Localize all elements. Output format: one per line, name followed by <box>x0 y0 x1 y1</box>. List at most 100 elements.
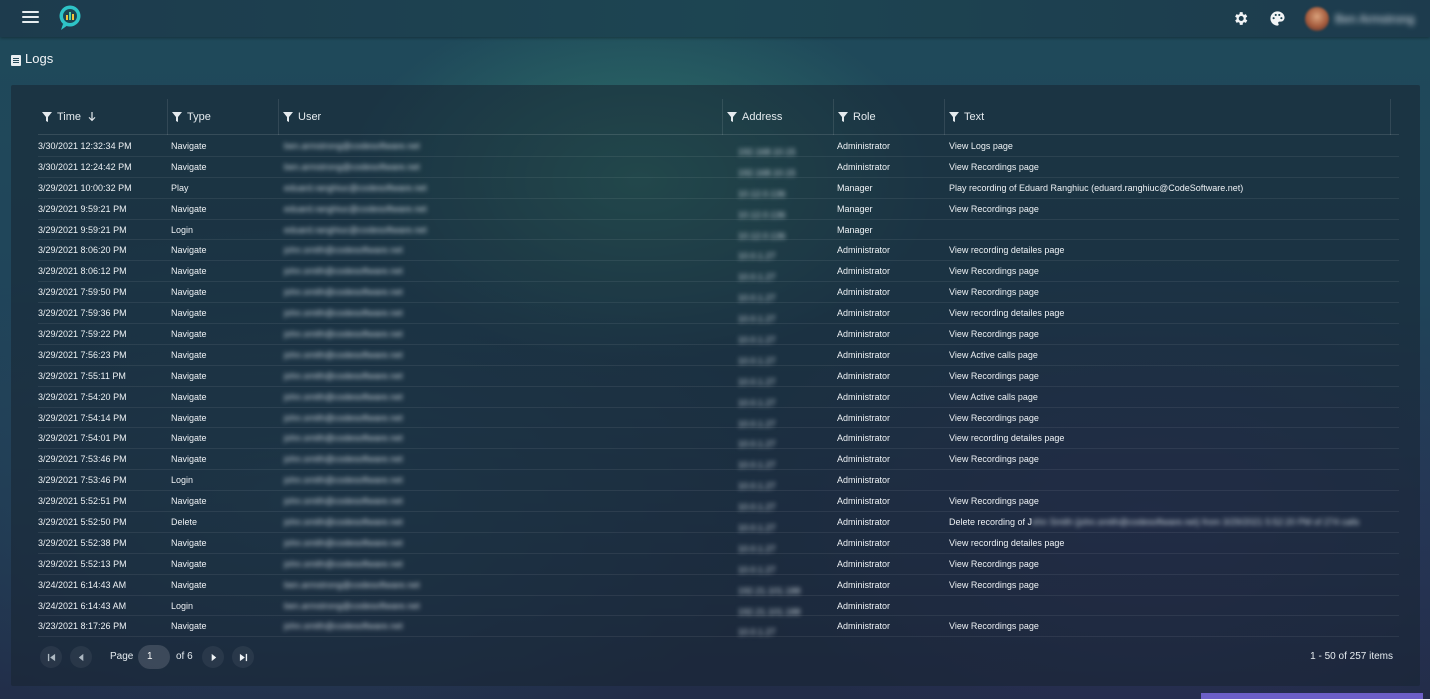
cell-type: Navigate <box>171 161 207 172</box>
cell-text: View Logs page <box>949 136 1399 156</box>
cell-text: View Recordings page <box>949 324 1399 344</box>
filter-icon[interactable] <box>283 112 293 122</box>
cell-type: Navigate <box>171 141 207 151</box>
filter-icon[interactable] <box>949 112 959 122</box>
cell-time: 3/30/2021 12:24:42 PM <box>38 161 132 172</box>
cell-user: eduard.ranghiuc@codesoftware.net <box>284 182 427 193</box>
table-row[interactable]: 3/29/2021 5:52:51 PM Navigate john.smith@c… <box>38 491 1399 512</box>
avatar[interactable] <box>1305 7 1329 31</box>
cell-user: john.smith@codesoftware.net <box>284 537 403 548</box>
next-page-button[interactable] <box>202 646 224 668</box>
cell-type: Navigate <box>171 579 207 590</box>
app-logo[interactable] <box>58 5 82 31</box>
cell-type: Login <box>171 475 194 486</box>
column-header-type[interactable]: Type <box>168 99 279 135</box>
cell-role: Administrator <box>837 329 891 340</box>
cell-text: View Active calls page <box>949 345 1399 365</box>
filter-icon[interactable] <box>42 112 52 122</box>
table-row[interactable]: 3/29/2021 7:54:14 PM Navigate john.smith@c… <box>38 408 1399 429</box>
cell-time: 3/29/2021 7:56:23 PM <box>38 349 127 360</box>
table-row[interactable]: 3/29/2021 8:06:20 PM Navigate john.smith@c… <box>38 240 1399 261</box>
table-row[interactable]: 3/29/2021 7:55:11 PM Navigate john.smith@c… <box>38 366 1399 387</box>
cell-text-main: View Recordings page <box>949 161 1039 172</box>
cell-type: Navigate <box>171 349 207 360</box>
cell-text-main: View Recordings page <box>949 454 1039 465</box>
cell-time: 3/24/2021 6:14:43 AM <box>38 600 127 611</box>
cell-text: View Recordings page <box>949 199 1399 219</box>
sort-descending-icon[interactable] <box>88 112 96 122</box>
filter-icon[interactable] <box>172 112 182 122</box>
cell-type: Navigate <box>171 266 207 277</box>
table-row[interactable]: 3/24/2021 6:14:43 AM Navigate ben.armstron… <box>38 575 1399 596</box>
filter-icon[interactable] <box>838 112 848 122</box>
cell-text: View Active calls page <box>949 387 1399 407</box>
table-row[interactable]: 3/29/2021 7:54:20 PM Navigate john.smith@c… <box>38 387 1399 408</box>
cell-text-redacted: ohn Smith (john.smith@codesoftware.net) … <box>1032 517 1360 528</box>
cell-time: 3/29/2021 5:52:38 PM <box>38 537 127 548</box>
table-row[interactable]: 3/30/2021 12:24:42 PM Navigate ben.armstro… <box>38 157 1399 178</box>
cell-type: Navigate <box>171 308 207 319</box>
page-header: Logs <box>11 51 53 66</box>
cell-time: 3/29/2021 5:52:51 PM <box>38 496 127 507</box>
palette-icon[interactable] <box>1269 10 1286 27</box>
column-header-user[interactable]: User <box>279 99 723 135</box>
table-row[interactable]: 3/29/2021 7:54:01 PM Navigate john.smith@c… <box>38 428 1399 449</box>
column-header-role[interactable]: Role <box>834 99 945 135</box>
cell-user: john.smith@codesoftware.net <box>284 329 403 340</box>
table-row[interactable]: 3/29/2021 7:59:22 PM Navigate john.smith@c… <box>38 324 1399 345</box>
table-row[interactable]: 3/29/2021 5:52:13 PM Navigate john.smith@c… <box>38 554 1399 575</box>
table-row[interactable]: 3/29/2021 7:59:36 PM Navigate john.smith@c… <box>38 303 1399 324</box>
cell-time: 3/29/2021 8:06:20 PM <box>38 245 127 256</box>
cell-user: john.smith@codesoftware.net <box>284 266 403 277</box>
table-row[interactable]: 3/29/2021 5:52:50 PM Delete john.smith@cod… <box>38 512 1399 533</box>
cell-type: Login <box>171 224 194 235</box>
cell-role: Administrator <box>837 412 891 423</box>
cell-role: Administrator <box>837 496 891 507</box>
table-row[interactable]: 3/29/2021 7:56:23 PM Navigate john.smith@c… <box>38 345 1399 366</box>
column-header-time[interactable]: Time <box>38 99 168 135</box>
cell-role: Manager <box>837 224 873 235</box>
table-row[interactable]: 3/29/2021 8:06:12 PM Navigate john.smith@c… <box>38 261 1399 282</box>
table-row[interactable]: 3/29/2021 9:59:21 PM Navigate eduard.rangh… <box>38 199 1399 220</box>
cell-type: Navigate <box>171 245 207 256</box>
table-row[interactable]: 3/23/2021 8:17:26 PM Navigate john.smith@c… <box>38 616 1399 637</box>
cell-text: View Recordings page <box>949 261 1399 281</box>
table-row[interactable]: 3/24/2021 6:14:43 AM Login ben.armstrong@c… <box>38 596 1399 617</box>
table-row[interactable]: 3/29/2021 7:53:46 PM Login john.smith@code… <box>38 470 1399 491</box>
cell-time: 3/29/2021 7:54:01 PM <box>38 433 127 444</box>
pager: Page 1 of 6 1 - 50 of 257 items <box>38 645 1399 669</box>
page-title: Logs <box>25 51 54 66</box>
cell-text: Delete recording of John Smith (john.smi… <box>949 512 1399 532</box>
cell-user: john.smith@codesoftware.net <box>284 287 403 298</box>
cell-type: Navigate <box>171 558 207 569</box>
cell-time: 3/29/2021 9:59:21 PM <box>38 224 127 235</box>
table-row[interactable]: 3/29/2021 7:53:46 PM Navigate john.smith@c… <box>38 449 1399 470</box>
cell-user: john.smith@codesoftware.net <box>284 370 403 381</box>
column-label: Text <box>964 111 985 123</box>
menu-icon[interactable] <box>22 11 39 25</box>
cell-text <box>949 470 1399 490</box>
cell-user: john.smith@codesoftware.net <box>284 454 403 465</box>
user-name[interactable]: Ben Armstrong <box>1335 12 1414 26</box>
page-number-input[interactable]: 1 <box>138 645 170 669</box>
column-header-address[interactable]: Address <box>723 99 834 135</box>
cell-user: john.smith@codesoftware.net <box>284 558 403 569</box>
cell-text: View Recordings page <box>949 366 1399 386</box>
previous-page-button[interactable] <box>70 646 92 668</box>
previous-page-icon <box>78 653 83 661</box>
table-row[interactable]: 3/29/2021 5:52:38 PM Navigate john.smith@c… <box>38 533 1399 554</box>
table-row[interactable]: 3/30/2021 12:32:34 PM Navigate ben.armstro… <box>38 136 1399 157</box>
gear-icon[interactable] <box>1232 10 1249 27</box>
cell-text-main: Play recording of Eduard Ranghiuc (eduar… <box>949 182 1244 193</box>
column-header-text[interactable]: Text <box>945 99 1391 135</box>
cell-text: View Recordings page <box>949 575 1399 595</box>
cell-text: View recording detailes page <box>949 428 1399 448</box>
last-page-button[interactable] <box>232 646 254 668</box>
cell-text: View recording detailes page <box>949 303 1399 323</box>
table-row[interactable]: 3/29/2021 10:00:32 PM Play eduard.ranghiuc… <box>38 178 1399 199</box>
table-row[interactable]: 3/29/2021 7:59:50 PM Navigate john.smith@c… <box>38 282 1399 303</box>
first-page-button[interactable] <box>40 646 62 668</box>
table-row[interactable]: 3/29/2021 9:59:21 PM Login eduard.ranghiuc… <box>38 220 1399 241</box>
cell-role: Administrator <box>837 621 891 632</box>
filter-icon[interactable] <box>727 112 737 122</box>
